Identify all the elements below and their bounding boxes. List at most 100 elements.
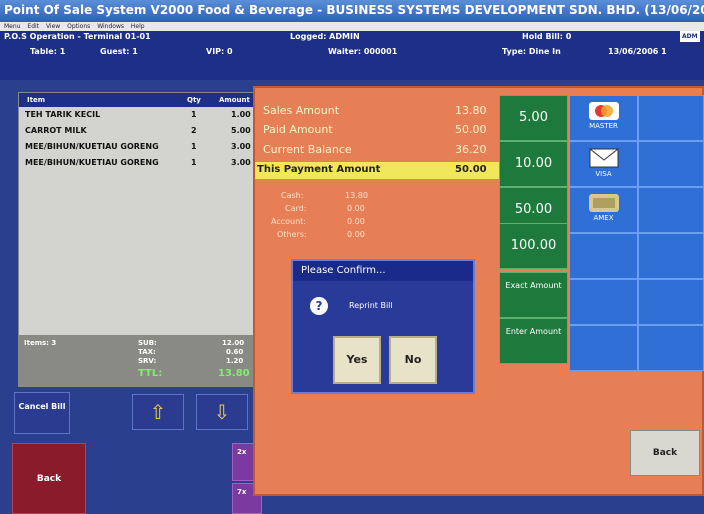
back-button[interactable]: Back <box>630 430 700 476</box>
empty-card-slot[interactable] <box>569 233 638 279</box>
scroll-up-button[interactable]: ⇧ <box>132 394 184 430</box>
card-label: Card: <box>285 204 307 213</box>
order-item-qty: 2 <box>191 126 197 135</box>
order-item-name: MEE/BIHUN/KUETIAU GORENG <box>25 158 159 167</box>
sales-amount-label: Sales Amount <box>263 104 340 117</box>
total-value: 13.80 <box>218 368 250 379</box>
no-button[interactable]: No <box>389 336 437 384</box>
table-label: Table: 1 <box>30 47 66 56</box>
cash-label: Cash: <box>281 191 304 200</box>
menu-item-edit[interactable]: Edit <box>27 23 39 30</box>
hold-bill-label: Hold Bill: 0 <box>522 32 572 41</box>
empty-slot[interactable] <box>638 187 704 233</box>
envelope-icon <box>589 148 618 168</box>
others-label: Others: <box>277 230 307 239</box>
operation-label: P.O.S Operation - Terminal 01-01 <box>4 32 151 41</box>
adm-badge: ADM <box>680 31 700 42</box>
this-payment-value: 50.00 <box>455 164 487 175</box>
order-item-qty: 1 <box>191 110 197 119</box>
enter-amount-button[interactable]: Enter Amount <box>499 318 568 364</box>
empty-slot[interactable] <box>638 325 704 371</box>
empty-card-slot[interactable] <box>569 325 638 371</box>
paid-amount-value: 50.00 <box>455 123 487 136</box>
up-arrow-icon: ⇧ <box>149 400 167 424</box>
mastercard-label: MASTER <box>589 122 618 130</box>
logged-label: Logged: ADMIN <box>290 32 360 41</box>
exact-amount-button[interactable]: Exact Amount <box>499 272 568 318</box>
down-arrow-icon: ⇩ <box>213 400 231 424</box>
tax-label: TAX: <box>138 348 156 356</box>
order-item-name: TEH TARIK KECIL <box>25 110 101 119</box>
visa-button[interactable]: VISA <box>569 141 638 187</box>
waiter-label: Waiter: 000001 <box>328 47 398 56</box>
items-count: Items: 3 <box>24 339 57 347</box>
column-item: Item <box>27 96 45 104</box>
empty-card-slot[interactable] <box>569 279 638 325</box>
empty-slot[interactable] <box>638 141 704 187</box>
order-item-amount: 3.00 <box>231 158 251 167</box>
menu-item-options[interactable]: Options <box>67 23 90 30</box>
question-icon: ? <box>310 297 328 315</box>
scroll-down-button[interactable]: ⇩ <box>196 394 248 430</box>
sub-label: SUB: <box>138 339 157 347</box>
menu-item-menu[interactable]: Menu <box>4 23 20 30</box>
others-value: 0.00 <box>347 230 365 239</box>
order-row[interactable]: CARROT MILK 2 5.00 <box>19 123 259 139</box>
visa-label: VISA <box>595 170 612 178</box>
empty-slot[interactable] <box>638 279 704 325</box>
amount-100-button[interactable]: 100.00 <box>499 223 568 269</box>
current-balance-value: 36.20 <box>455 143 487 156</box>
order-item-amount: 3.00 <box>231 142 251 151</box>
account-value: 0.00 <box>347 217 365 226</box>
paid-amount-label: Paid Amount <box>263 123 333 136</box>
order-type-label: Type: Dine In <box>502 47 561 56</box>
amex-label: AMEX <box>593 214 614 222</box>
order-item-amount: 1.00 <box>231 110 251 119</box>
this-payment-row: This Payment Amount 50.00 <box>255 162 501 179</box>
order-row[interactable]: TEH TARIK KECIL 1 1.00 <box>19 107 259 123</box>
order-list-header: Item Qty Amount <box>19 93 259 107</box>
empty-slot[interactable] <box>638 233 704 279</box>
amount-5-button[interactable]: 5.00 <box>499 95 568 141</box>
order-list: Item Qty Amount TEH TARIK KECIL 1 1.00 C… <box>18 92 260 376</box>
order-row[interactable]: MEE/BIHUN/KUETIAU GORENG 1 3.00 <box>19 139 259 155</box>
back-button-left[interactable]: Back <box>12 443 86 514</box>
order-item-qty: 1 <box>191 158 197 167</box>
cancel-bill-button[interactable]: Cancel Bill <box>14 392 70 434</box>
order-summary: Items: 3 SUB: 12.00 TAX: 0.60 SRV: 1.20 … <box>18 335 260 387</box>
sub-value: 12.00 <box>222 339 245 347</box>
account-label: Account: <box>271 217 306 226</box>
vip-label: VIP: 0 <box>206 47 233 56</box>
card-value: 0.00 <box>347 204 365 213</box>
menu-bar: Menu Edit View Options Windows Help <box>0 22 704 31</box>
session-bar: Table: 1 Guest: 1 VIP: 0 Waiter: 000001 … <box>0 42 704 80</box>
date-label: 13/06/2006 1 <box>608 47 667 56</box>
menu-item-windows[interactable]: Windows <box>97 23 124 30</box>
guest-label: Guest: 1 <box>100 47 138 56</box>
amex-button[interactable]: AMEX <box>569 187 638 233</box>
mastercard-icon <box>588 102 619 120</box>
column-amount: Amount <box>219 96 250 104</box>
confirm-dialog-title: Please Confirm... <box>293 261 473 281</box>
current-balance-label: Current Balance <box>263 143 352 156</box>
info-bar: P.O.S Operation - Terminal 01-01 Logged:… <box>0 31 704 42</box>
order-item-name: MEE/BIHUN/KUETIAU GORENG <box>25 142 159 151</box>
sales-amount-value: 13.80 <box>455 104 487 117</box>
menu-item-view[interactable]: View <box>46 23 60 30</box>
this-payment-label: This Payment Amount <box>257 164 381 175</box>
order-item-amount: 5.00 <box>231 126 251 135</box>
cash-value: 13.80 <box>345 191 368 200</box>
yes-button[interactable]: Yes <box>333 336 381 384</box>
window-title: Point Of Sale System V2000 Food & Bevera… <box>0 0 704 22</box>
srv-value: 1.20 <box>226 357 244 365</box>
menu-item-help[interactable]: Help <box>131 23 145 30</box>
tax-value: 0.60 <box>226 348 244 356</box>
order-item-qty: 1 <box>191 142 197 151</box>
order-item-name: CARROT MILK <box>25 126 87 135</box>
total-label: TTL: <box>138 368 163 379</box>
mastercard-button[interactable]: MASTER <box>569 95 638 141</box>
order-row[interactable]: MEE/BIHUN/KUETIAU GORENG 1 3.00 <box>19 155 259 171</box>
amount-10-button[interactable]: 10.00 <box>499 141 568 187</box>
column-qty: Qty <box>187 96 201 104</box>
empty-slot[interactable] <box>638 95 704 141</box>
